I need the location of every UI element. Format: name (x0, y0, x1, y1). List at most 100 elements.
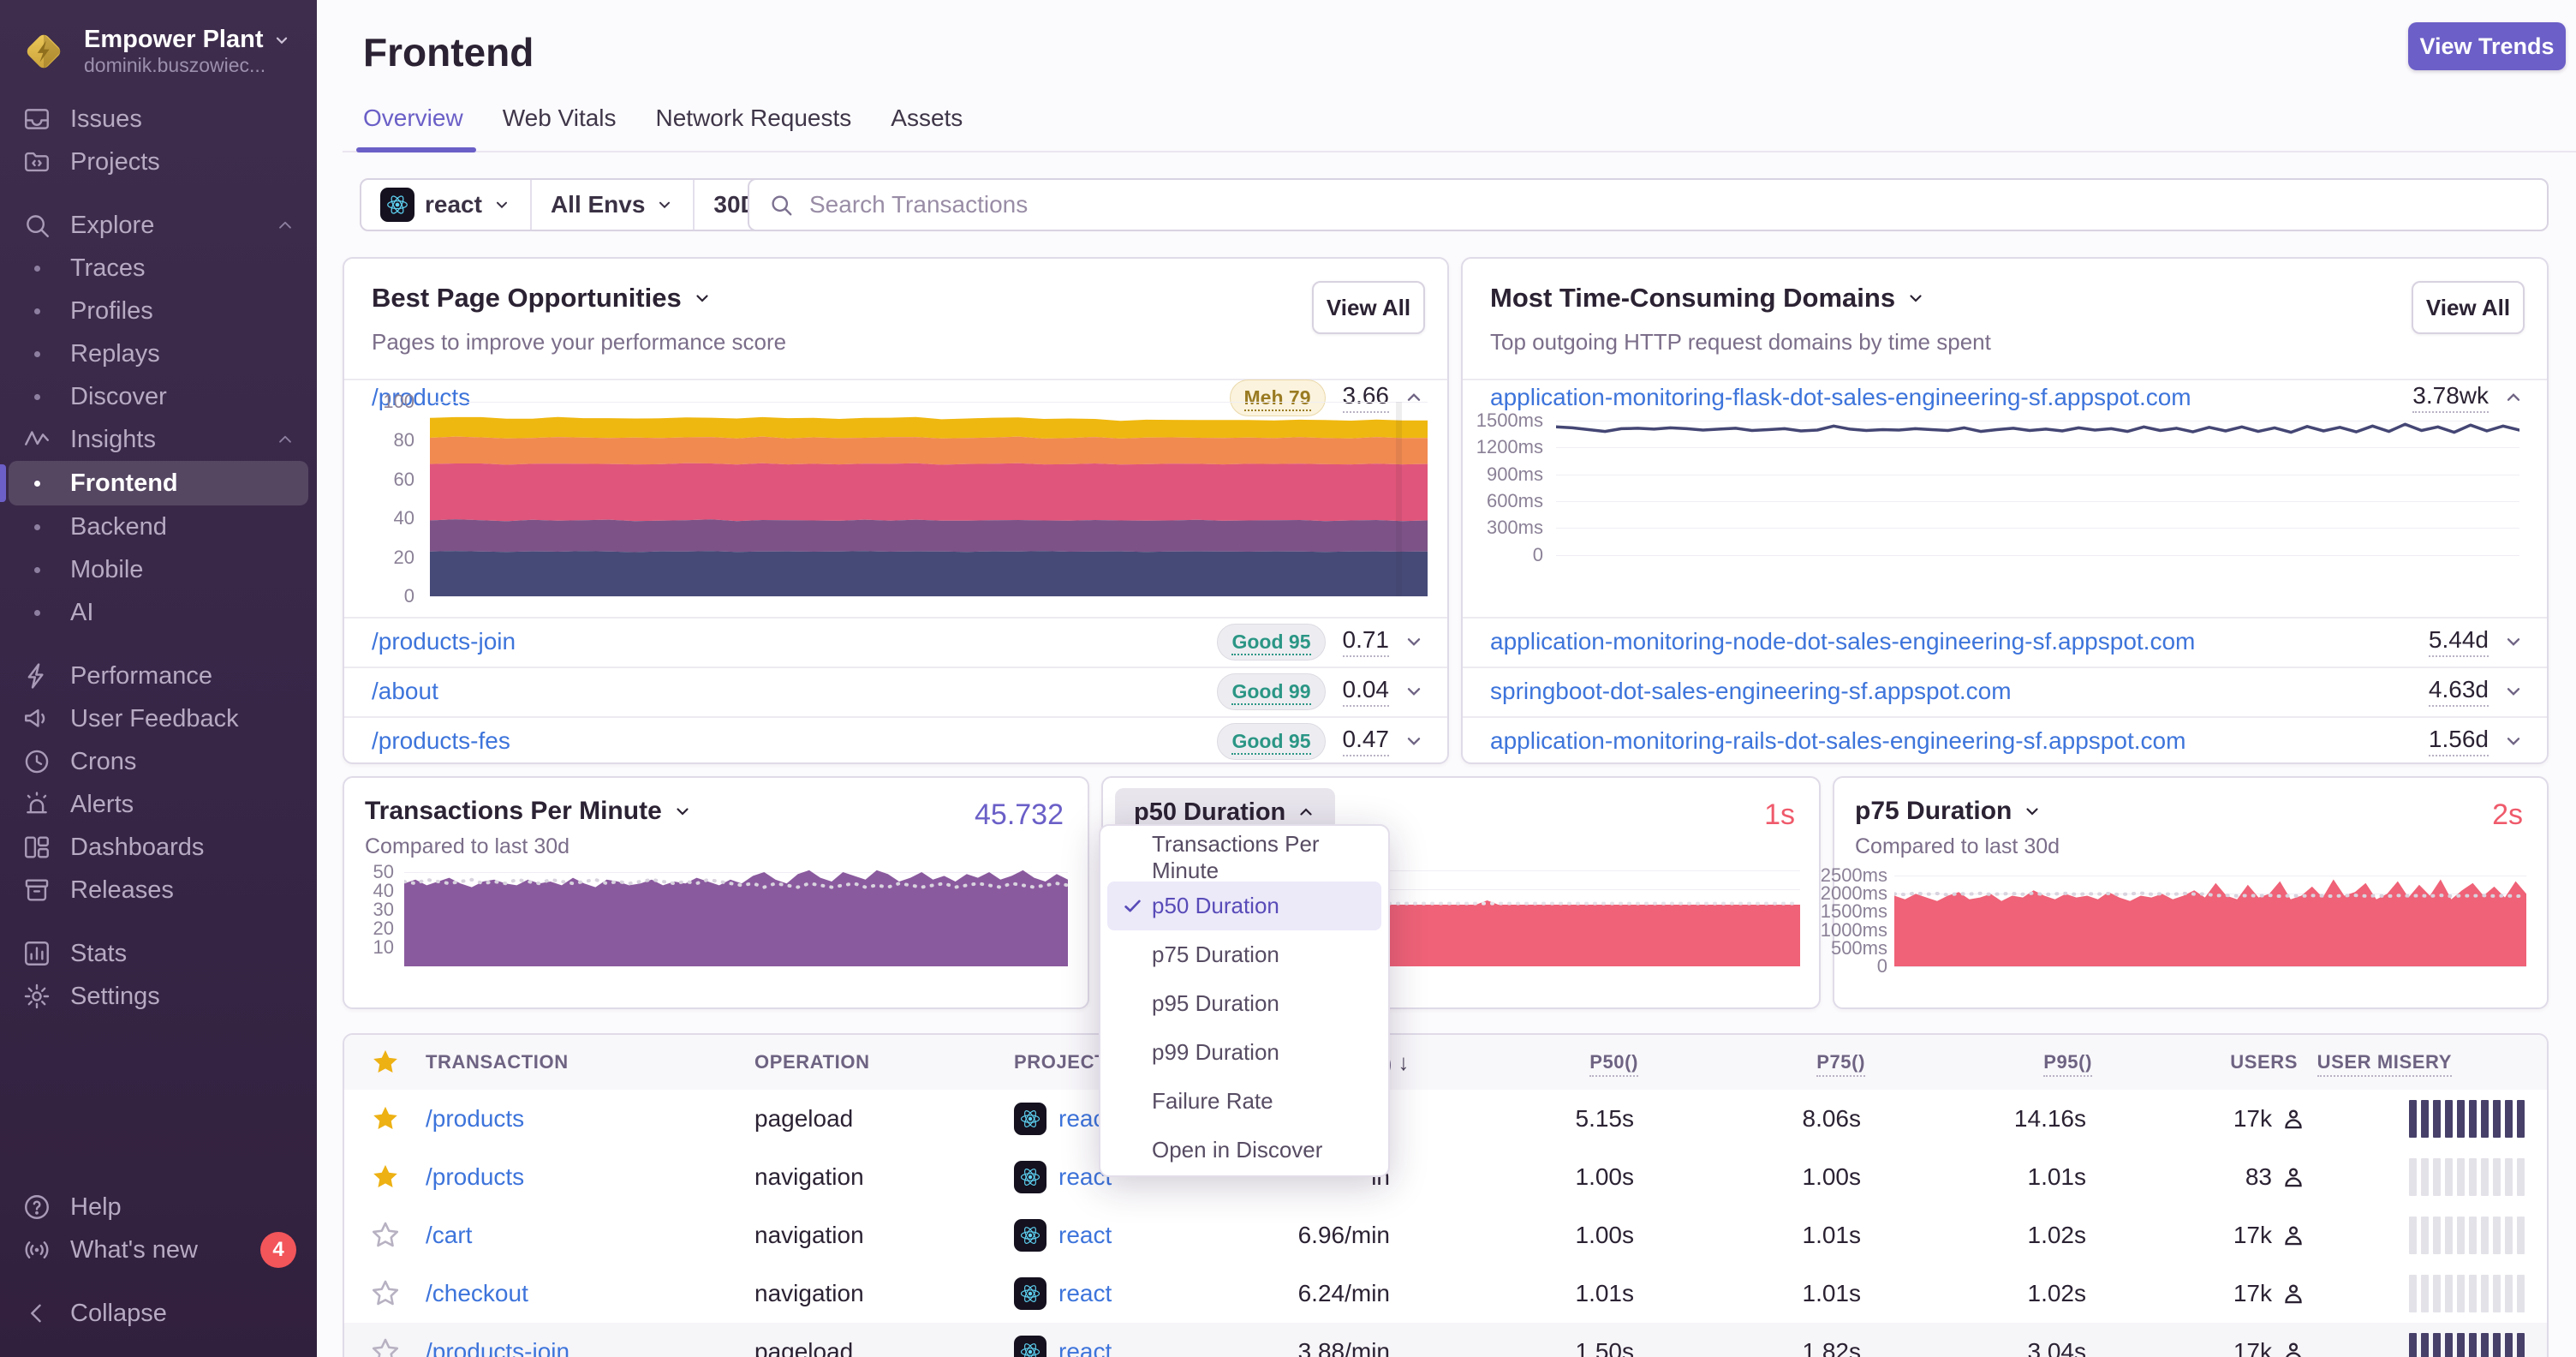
column-header-transaction[interactable]: TRANSACTION (426, 1035, 569, 1090)
transaction-link[interactable]: /products (426, 1090, 524, 1148)
column-header-users[interactable]: USERS (2230, 1035, 2298, 1090)
column-header-p50-[interactable]: P50() (1589, 1035, 1638, 1090)
tab-assets[interactable]: Assets (891, 105, 963, 154)
column-header-user-misery[interactable]: USER MISERY (2317, 1035, 2452, 1090)
domain-row: application-monitoring-flask-dot-sales-e… (1463, 379, 2547, 416)
sidebar-item-help[interactable]: Help (0, 1186, 317, 1228)
column-header-p95-[interactable]: P95() (2043, 1035, 2092, 1090)
chevron-down-icon[interactable] (1403, 730, 1425, 752)
project-filter[interactable]: react (361, 180, 530, 230)
sidebar-item-ai[interactable]: AI (0, 591, 317, 634)
sidebar-item-frontend[interactable]: Frontend (0, 461, 308, 505)
transaction-link[interactable]: /about (372, 678, 1217, 705)
sidebar-item-performance[interactable]: Performance (0, 655, 317, 697)
project-cell[interactable]: react (1014, 1323, 1112, 1357)
star-icon[interactable] (370, 1047, 401, 1078)
view-trends-button[interactable]: View Trends (2408, 22, 2566, 70)
chevron-down-icon[interactable] (2502, 631, 2525, 653)
sidebar-item-explore[interactable]: Explore (0, 204, 317, 247)
sidebar-item-profiles[interactable]: Profiles (0, 290, 317, 332)
domain-link[interactable]: application-monitoring-rails-dot-sales-e… (1490, 727, 2429, 755)
project-cell[interactable]: react (1014, 1090, 1112, 1148)
sidebar-item-label: Mobile (70, 555, 144, 583)
sidebar-item-settings[interactable]: Settings (0, 975, 317, 1018)
menu-item-p50-duration[interactable]: p50 Duration (1107, 882, 1381, 930)
p50-cell: 1.50s (1575, 1338, 1635, 1357)
domain-row: application-monitoring-node-dot-sales-en… (1463, 617, 2547, 667)
page-filter-bar: react All Envs 30D (360, 178, 808, 231)
menu-item-open-in-discover[interactable]: Open in Discover (1100, 1126, 1388, 1175)
sidebar-item-insights[interactable]: Insights (0, 418, 317, 461)
sidebar-item-replays[interactable]: Replays (0, 332, 317, 375)
transaction-link[interactable]: /products-join (372, 628, 1217, 655)
best-pages-view-all-button[interactable]: View All (1312, 281, 1425, 334)
domains-view-all-button[interactable]: View All (2412, 281, 2525, 334)
chevron-down-icon[interactable] (2502, 730, 2525, 752)
p75-title-dropdown[interactable]: p75 Duration (1855, 797, 2042, 826)
sidebar-item-issues[interactable]: Issues (0, 98, 317, 140)
column-header-operation[interactable]: OPERATION (754, 1035, 870, 1090)
star-outline-icon[interactable] (370, 1264, 401, 1323)
sidebar-item-collapse[interactable]: Collapse (0, 1292, 317, 1335)
column-header-star[interactable] (370, 1035, 401, 1090)
sidebar-item-mobile[interactable]: Mobile (0, 548, 317, 591)
transaction-link[interactable]: /products-fes (372, 727, 1217, 755)
chevron-down-icon (492, 195, 511, 214)
menu-item-transactions-per-minute[interactable]: Transactions Per Minute (1100, 831, 1388, 883)
domain-link[interactable]: application-monitoring-flask-dot-sales-e… (1490, 384, 2412, 411)
project-cell[interactable]: react (1014, 1206, 1112, 1264)
sidebar-item-discover[interactable]: Discover (0, 375, 317, 418)
sidebar-item-what-s-new[interactable]: What's new 4 (0, 1228, 317, 1271)
star-outline-icon[interactable] (370, 1323, 401, 1357)
chevron-down-icon[interactable] (1403, 631, 1425, 653)
domains-title-dropdown[interactable]: Most Time-Consuming Domains (1490, 283, 1926, 314)
environment-filter[interactable]: All Envs (529, 180, 693, 230)
operation-cell: navigation (754, 1222, 864, 1248)
org-switcher[interactable]: Empower Plant dominik.buszowiec... (0, 0, 317, 89)
menu-item-failure-rate[interactable]: Failure Rate (1100, 1077, 1388, 1126)
bullet-icon (22, 609, 51, 616)
sidebar-item-stats[interactable]: Stats (0, 932, 317, 975)
chevron-down-icon[interactable] (1403, 680, 1425, 702)
best-pages-title-dropdown[interactable]: Best Page Opportunities (372, 283, 713, 314)
domain-link[interactable]: springboot-dot-sales-engineering-sf.apps… (1490, 678, 2429, 705)
tpm-title-dropdown[interactable]: Transactions Per Minute (365, 797, 693, 826)
star-filled-icon[interactable] (370, 1090, 401, 1148)
sidebar-item-dashboards[interactable]: Dashboards (0, 826, 317, 869)
chevron-up-icon[interactable] (2502, 386, 2525, 409)
issues-icon (22, 105, 51, 134)
axis-tick-label: 1500ms (1476, 409, 1543, 431)
sidebar-item-crons[interactable]: Crons (0, 740, 317, 783)
column-header-p75-[interactable]: P75() (1816, 1035, 1865, 1090)
sidebar-item-alerts[interactable]: Alerts (0, 783, 317, 826)
star-outline-icon[interactable] (370, 1206, 401, 1264)
tab-network-requests[interactable]: Network Requests (656, 105, 852, 154)
table-row: /productsnavigationreactin1.00s1.00s1.01… (344, 1148, 2547, 1207)
column-header-project[interactable]: PROJECT (1014, 1035, 1106, 1090)
sidebar-item-backend[interactable]: Backend (0, 505, 317, 548)
sidebar-item-label: What's new (70, 1235, 198, 1264)
menu-item-p75-duration[interactable]: p75 Duration (1100, 930, 1388, 979)
menu-item-p95-duration[interactable]: p95 Duration (1100, 979, 1388, 1028)
sidebar-item-traces[interactable]: Traces (0, 247, 317, 290)
sidebar-item-user-feedback[interactable]: User Feedback (0, 697, 317, 740)
menu-item-label: p75 Duration (1152, 942, 1279, 967)
tab-web-vitals[interactable]: Web Vitals (503, 105, 617, 154)
menu-item-p99-duration[interactable]: p99 Duration (1100, 1028, 1388, 1077)
transaction-link[interactable]: /checkout (426, 1264, 528, 1323)
search-input[interactable] (808, 190, 2528, 219)
transaction-link[interactable]: /products-join (426, 1323, 569, 1357)
sidebar-item-releases[interactable]: Releases (0, 869, 317, 912)
star-filled-icon[interactable] (370, 1148, 401, 1206)
sidebar-item-projects[interactable]: Projects (0, 140, 317, 183)
project-cell[interactable]: react (1014, 1264, 1112, 1323)
project-cell[interactable]: react (1014, 1148, 1112, 1206)
chevron-down-icon[interactable] (2502, 680, 2525, 702)
p75-cell: 1.01s (1802, 1222, 1862, 1248)
transaction-link[interactable]: /products (426, 1148, 524, 1206)
transaction-link[interactable]: /cart (426, 1206, 472, 1264)
page-opportunity-row: /products-join Good 95 0.71 (344, 617, 1447, 667)
sidebar-item-label: Dashboards (70, 833, 205, 861)
domain-link[interactable]: application-monitoring-node-dot-sales-en… (1490, 628, 2429, 655)
table-row: /cart navigation react 6.96/min 1.00s 1.01s 1.… (344, 1206, 2547, 1265)
